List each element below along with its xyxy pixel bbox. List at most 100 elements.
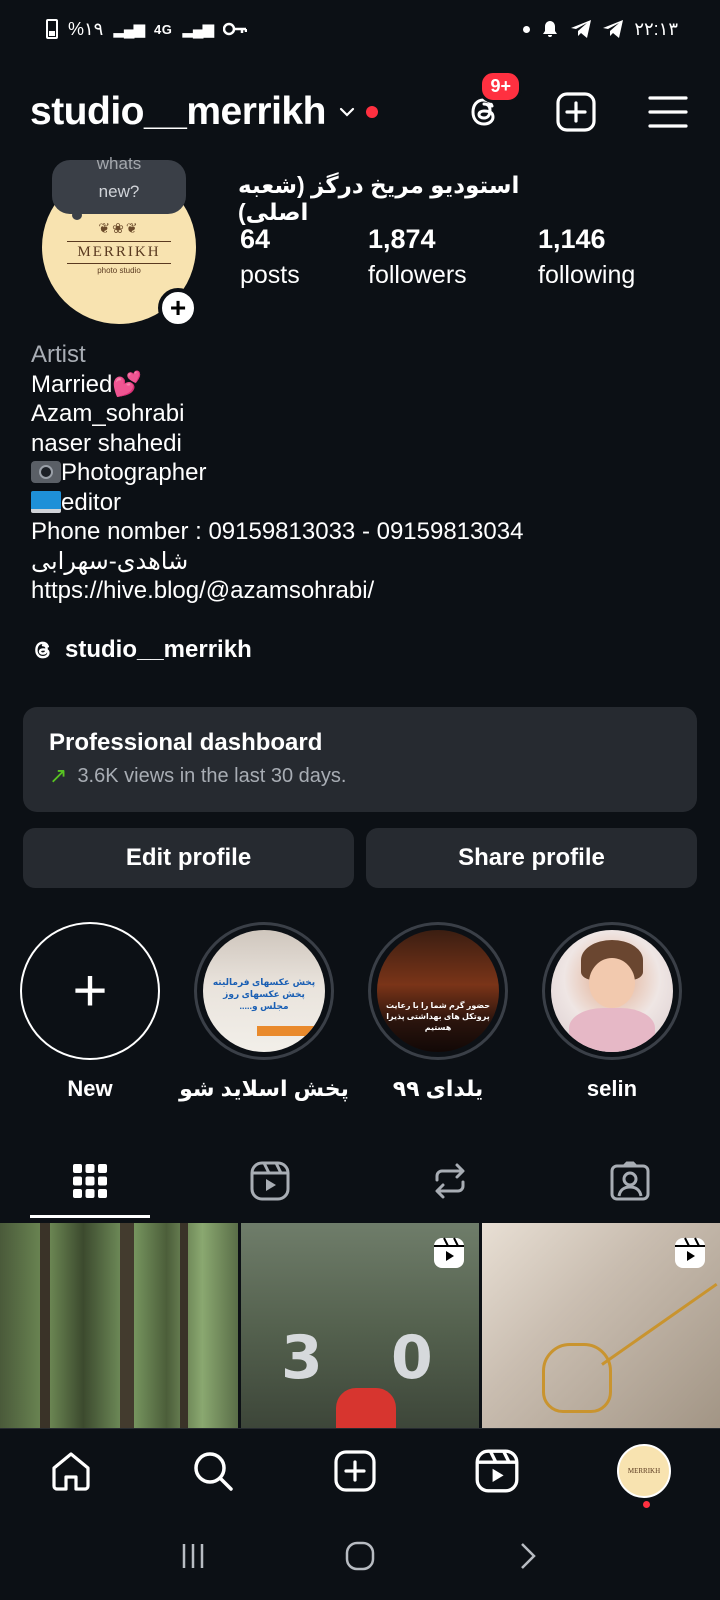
status-left: %۱۹ ▂▄▆ 4G ▂▄▆ [46,19,248,40]
highlight-label: پخش اسلاید شو [179,1076,349,1101]
signal-icon: ▂▄▆ [113,21,145,38]
create-button[interactable] [554,90,598,134]
reels-icon [250,1161,290,1201]
reel-badge-icon [675,1237,705,1268]
tab-posts-grid[interactable] [0,1140,180,1222]
stat-label: followers [368,261,467,289]
back-chevron-icon[interactable] [512,1541,542,1571]
threads-button[interactable]: 9+ [462,70,522,134]
notification-dot-icon [523,25,531,33]
logo-name: MERRIKH [67,240,171,264]
menu-button[interactable] [646,90,690,134]
network-type: 4G [154,21,173,37]
profile-avatar-wrap: ❦❀❦ MERRIKH photo studio whats new? + [42,154,198,328]
trend-up-icon: ↗ [49,763,68,788]
stat-posts[interactable]: 64 posts [240,224,368,290]
tagged-person-icon [610,1161,650,1201]
display-name: استودیو مریخ درگز (شعبه اصلی) [238,172,520,225]
status-right: ۲۲:۱۳ [523,19,678,40]
balloon-number-3: 3 [281,1323,323,1393]
bio-line: Azam_sohrabi [31,400,185,427]
account-switcher-username[interactable]: studio__merrikh [30,90,326,134]
grid-icon [73,1164,107,1198]
highlight-slideshow[interactable]: پخش عکسهای فرمالیته پخش عکسهای روز مجلس … [179,922,349,1102]
status-bar: %۱۹ ▂▄▆ 4G ▂▄▆ ۲۲:۱۳ [0,0,720,58]
search-icon[interactable] [191,1449,235,1493]
grid-post[interactable] [0,1223,238,1428]
note-text: new? [98,182,140,201]
bio-text: editor [61,488,122,516]
tree-trunk [40,1223,50,1428]
tree-trunk [180,1223,188,1428]
highlight-ring: حضور گرم شما را با رعایت پروتکل های بهدا… [368,922,508,1060]
chevron-down-icon[interactable] [338,103,356,121]
profile-stats: 64 posts 1,874 followers 1,146 following [240,224,635,290]
header-actions: 9+ [462,70,690,140]
tab-reposts[interactable] [360,1140,540,1222]
hamburger-menu-icon [648,96,688,128]
highlight-selin[interactable]: selin [542,922,682,1102]
stat-following[interactable]: 1,146 following [538,224,635,290]
bio-line: editor [31,488,523,518]
add-story-button[interactable]: + [158,288,198,328]
signal-icon-2: ▂▄▆ [182,21,214,38]
tab-tagged[interactable] [540,1140,720,1222]
bio-line: naser shahedi [31,429,182,457]
home-icon[interactable] [49,1449,93,1493]
computer-emoji-icon [31,490,61,513]
bio-category: Artist [31,341,86,368]
stat-label: posts [240,261,300,289]
note-prev-text: whats [96,154,142,173]
create-post-icon[interactable] [333,1449,377,1493]
stat-number: 1,874 [368,224,436,254]
tree-trunk [120,1223,134,1428]
note-bubble[interactable]: whats new? [52,154,186,214]
stat-number: 1,146 [538,224,606,254]
grid-post[interactable] [482,1223,720,1428]
clock: ۲۲:۱۳ [634,18,678,39]
unread-dot [365,106,378,118]
dashboard-subtitle-row: ↗ 3.6K views in the last 30 days. [49,763,671,789]
edit-profile-button[interactable]: Edit profile [23,828,354,888]
threads-handle: studio__merrikh [65,636,252,663]
profile-nav-avatar[interactable]: MERRIKH [617,1443,671,1508]
tab-reels[interactable] [180,1140,360,1222]
highlight-yalda[interactable]: حضور گرم شما را با رعایت پروتکل های بهدا… [368,922,508,1102]
plus-icon: + [72,957,108,1024]
highlight-cover: پخش عکسهای فرمالیته پخش عکسهای روز مجلس … [203,930,325,1052]
telegram-icon-2 [603,20,624,38]
stat-label: following [538,261,636,289]
grid-post[interactable]: 3 0 [241,1223,479,1428]
person-figure [336,1388,396,1428]
child-face [589,958,635,1008]
highlight-new[interactable]: + New [20,922,160,1102]
logo-sub: photo studio [97,265,141,275]
bio-line: Photographer [31,458,523,488]
bio-line: Phone nomber : 09159813033 - 09159813034 [31,518,524,545]
highlight-ring: پخش عکسهای فرمالیته پخش عکسهای روز مجلس … [194,922,334,1060]
professional-dashboard-card[interactable]: Professional dashboard ↗ 3.6K views in t… [23,707,697,812]
reels-nav-icon[interactable] [475,1449,519,1493]
add-square-icon [556,92,596,132]
balloon-number-0: 0 [391,1323,433,1393]
stat-followers[interactable]: 1,874 followers [368,224,538,290]
highlight-label: New [67,1076,113,1101]
necklace-chain [601,1282,718,1366]
battery-icon [46,19,58,39]
highlight-cover-caption: حضور گرم شما را با رعایت پروتکل های بهدا… [385,1001,490,1032]
dashboard-title: Professional dashboard [49,729,323,756]
highlight-cover [551,930,673,1052]
bio-link[interactable]: https://hive.blog/@azamsohrabi/ [31,576,523,606]
threads-profile-link[interactable]: studio__merrikh [31,636,252,664]
profile-tabs [0,1140,720,1222]
highlight-cover: حضور گرم شما را با رعایت پروتکل های بهدا… [377,930,499,1052]
bio-text: Married [31,370,113,398]
telegram-icon [571,20,592,38]
bio-line: Married💕 [31,370,523,400]
bio-text: Photographer [61,459,207,486]
home-button-icon[interactable] [344,1540,376,1572]
profile-actions: Edit profile Share profile [23,828,697,888]
highlight-cover-caption: پخش عکسهای فرمالیته پخش عکسهای روز مجلس … [212,977,316,1011]
share-profile-button[interactable]: Share profile [366,828,697,888]
recent-apps-icon[interactable] [178,1541,208,1571]
